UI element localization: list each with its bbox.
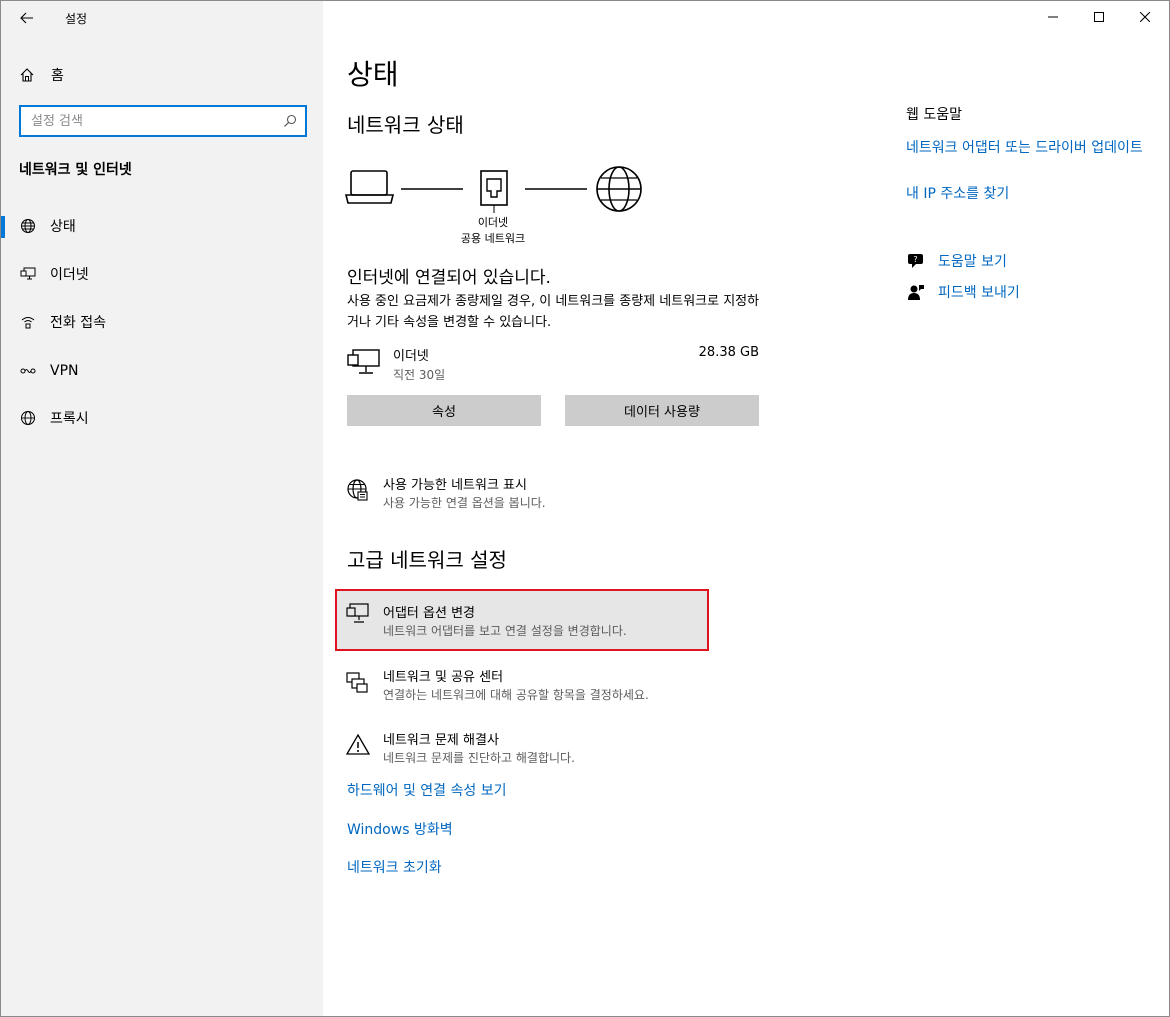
maximize-icon: [1094, 12, 1104, 22]
vpn-icon: [19, 362, 37, 380]
sidebar-item-ethernet[interactable]: 이더넷: [1, 254, 323, 294]
network-troubleshooter[interactable]: 네트워크 문제 해결사 네트워크 문제를 진단하고 해결합니다.: [335, 720, 707, 782]
advanced-settings-heading: 고급 네트워크 설정: [347, 548, 507, 572]
internet-globe-icon: [596, 166, 642, 212]
get-help-action[interactable]: ? 도움말 보기: [906, 250, 1007, 272]
sidebar-item-label: VPN: [50, 363, 79, 379]
svg-text:?: ?: [913, 255, 917, 264]
get-help-label: 도움말 보기: [938, 254, 1007, 270]
sidebar-section-title: 네트워크 및 인터넷: [19, 162, 132, 178]
help-chat-icon: ?: [906, 251, 926, 271]
update-driver-link[interactable]: 네트워크 어댑터 또는 드라이버 업데이트: [906, 138, 1156, 158]
search-icon[interactable]: [275, 114, 305, 128]
globe-network-icon: [345, 477, 371, 503]
network-sharing-center[interactable]: 네트워크 및 공유 센터 연결하는 네트워크에 대해 공유할 항목을 결정하세요…: [335, 657, 707, 719]
find-ip-link[interactable]: 내 IP 주소를 찾기: [906, 184, 1156, 204]
minimize-icon: [1048, 16, 1058, 18]
adapter-options-title: 어댑터 옵션 변경: [383, 606, 475, 621]
close-icon: [1140, 12, 1150, 22]
adapter-data-usage: 28.38 GB: [698, 345, 759, 360]
web-help-title: 웹 도움말: [906, 107, 962, 123]
back-button[interactable]: [13, 5, 41, 31]
sidebar-item-label: 전화 접속: [50, 315, 106, 331]
show-networks-title: 사용 가능한 네트워크 표시: [383, 478, 527, 493]
sidebar-item-vpn[interactable]: VPN: [1, 351, 323, 391]
data-usage-button[interactable]: 데이터 사용량: [565, 395, 759, 426]
send-feedback-action[interactable]: 피드백 보내기: [906, 281, 1020, 303]
connection-description: 사용 중인 요금제가 종량제일 경우, 이 네트워크를 종량제 네트워크로 지정…: [347, 294, 760, 330]
adapter-name: 이더넷: [393, 349, 429, 364]
show-available-networks[interactable]: 사용 가능한 네트워크 표시 사용 가능한 연결 옵션을 봅니다.: [335, 465, 707, 521]
search-input[interactable]: [21, 107, 275, 135]
adapter-monitor-icon: [345, 601, 371, 627]
app-title: 설정: [65, 12, 88, 26]
sidebar-item-label: 이더넷: [50, 267, 89, 283]
network-status-heading: 네트워크 상태: [347, 113, 464, 137]
troubleshooter-title: 네트워크 문제 해결사: [383, 733, 499, 748]
settings-window: 설정 홈 네트워크 및 인터넷 상태 이더넷: [0, 0, 1170, 1017]
sidebar-item-label: 상태: [50, 219, 76, 235]
adapter-options-sub: 네트워크 어댑터를 보고 연결 설정을 변경합니다.: [383, 624, 627, 638]
troubleshooter-sub: 네트워크 문제를 진단하고 해결합니다.: [383, 751, 575, 765]
ethernet-icon: [19, 265, 37, 283]
diagram-label-type: 이더넷: [477, 216, 509, 229]
connection-title: 인터넷에 연결되어 있습니다.: [347, 268, 551, 288]
sharing-center-title: 네트워크 및 공유 센터: [383, 670, 504, 685]
home-nav[interactable]: 홈: [19, 63, 64, 87]
page-title: 상태: [347, 58, 399, 91]
adapter-usage-row: 이더넷 직전 30일 28.38 GB: [347, 343, 759, 387]
sidebar-item-dialup[interactable]: 전화 접속: [1, 302, 323, 342]
adapter-period: 직전 30일: [393, 368, 446, 382]
sidebar-item-status[interactable]: 상태: [1, 206, 323, 246]
feedback-person-icon: [906, 282, 926, 302]
sharing-center-sub: 연결하는 네트워크에 대해 공유할 항목을 결정하세요.: [383, 688, 649, 702]
show-networks-sub: 사용 가능한 연결 옵션을 봅니다.: [383, 496, 546, 510]
change-adapter-options[interactable]: 어댑터 옵션 변경 네트워크 어댑터를 보고 연결 설정을 변경합니다.: [335, 589, 709, 651]
home-icon: [20, 68, 34, 82]
warning-icon: [345, 732, 371, 758]
sidebar: 설정 홈 네트워크 및 인터넷 상태 이더넷: [1, 1, 323, 1016]
hardware-properties-link[interactable]: 하드웨어 및 연결 속성 보기: [347, 780, 506, 800]
windows-firewall-link[interactable]: Windows 방화벽: [347, 819, 453, 839]
home-label: 홈: [51, 68, 64, 84]
sidebar-item-label: 프록시: [50, 411, 89, 427]
sidebar-item-proxy[interactable]: 프록시: [1, 398, 323, 438]
dialup-icon: [19, 313, 37, 331]
ethernet-adapter-icon: [347, 349, 380, 374]
laptop-icon: [345, 170, 395, 204]
minimize-button[interactable]: [1030, 1, 1076, 33]
main-content: 상태 네트워크 상태 이더넷 공용 네트워크 인터넷에 연결되어 있습니다. 사…: [323, 1, 1169, 1016]
maximize-button[interactable]: [1076, 1, 1122, 33]
close-button[interactable]: [1122, 1, 1168, 33]
search-box: [19, 105, 307, 137]
sharing-center-icon: [345, 669, 371, 695]
back-arrow-icon: [20, 12, 33, 24]
globe-icon: [19, 409, 37, 427]
ethernet-port-icon: [480, 170, 508, 213]
properties-button[interactable]: 속성: [347, 395, 541, 426]
diagram-label-profile: 공용 네트워크: [460, 232, 526, 245]
globe-status-icon: [19, 217, 37, 235]
network-reset-link[interactable]: 네트워크 초기화: [347, 857, 442, 877]
send-feedback-label: 피드백 보내기: [938, 285, 1020, 301]
